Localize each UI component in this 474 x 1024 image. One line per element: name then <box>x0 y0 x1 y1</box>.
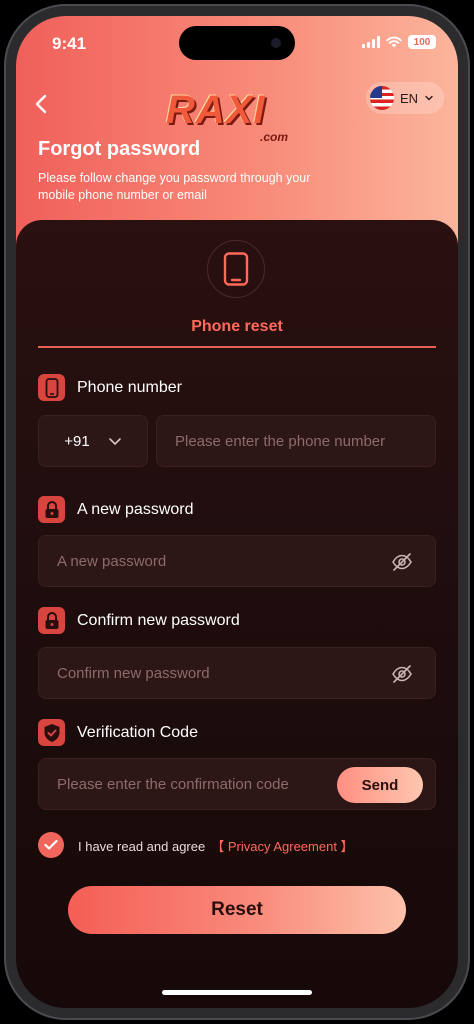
page-description: Please follow change you password throug… <box>38 171 311 202</box>
phone-input-box <box>156 415 436 467</box>
shield-check-icon <box>38 719 65 746</box>
check-icon <box>44 839 58 850</box>
language-code: EN <box>400 90 419 106</box>
phone-number-label-text: Phone number <box>77 378 182 396</box>
verification-input-box: Send <box>38 758 436 810</box>
new-password-input-box <box>38 535 436 587</box>
system-icons: 100 <box>362 35 436 49</box>
eye-off-icon[interactable] <box>391 551 413 573</box>
status-bar: 9:41 100 <box>16 16 458 72</box>
us-flag-icon <box>370 86 394 110</box>
confirm-password-input[interactable] <box>39 664 435 682</box>
wifi-icon <box>386 36 402 48</box>
reset-button[interactable]: Reset <box>68 886 406 934</box>
language-selector[interactable]: EN <box>366 82 444 114</box>
phone-number-label: Phone number <box>38 374 182 401</box>
home-indicator <box>162 990 312 995</box>
form-card: Phone reset Phone number +91 A new passw… <box>16 220 458 1008</box>
new-password-label: A new password <box>38 496 194 523</box>
agreement-checkbox[interactable] <box>38 832 64 858</box>
agreement-row: I have read and agree 【 Privacy Agreement… <box>38 832 354 858</box>
verification-code-label: Verification Code <box>38 719 198 746</box>
signal-icon <box>362 36 380 48</box>
logo-wordmark: RAXI <box>166 88 266 132</box>
send-code-button[interactable]: Send <box>337 767 423 803</box>
confirm-password-label-text: Confirm new password <box>77 611 240 629</box>
lock-icon <box>38 496 65 523</box>
country-code-value: +91 <box>64 432 90 450</box>
phone-field-icon <box>38 374 65 401</box>
status-time: 9:41 <box>52 34 87 53</box>
tab-underline <box>38 346 436 348</box>
country-code-select[interactable]: +91 <box>38 415 148 467</box>
chevron-down-icon <box>108 438 121 446</box>
verification-code-input[interactable] <box>39 775 309 793</box>
new-password-label-text: A new password <box>77 500 194 518</box>
eye-off-icon[interactable] <box>391 663 413 685</box>
chevron-down-icon <box>425 95 433 101</box>
page-title: Forgot password <box>38 138 201 160</box>
verification-code-label-text: Verification Code <box>77 723 198 741</box>
confirm-password-label: Confirm new password <box>38 607 240 634</box>
reset-mode-tab[interactable] <box>207 240 265 298</box>
lock-icon <box>38 607 65 634</box>
battery-icon: 100 <box>408 35 436 49</box>
dynamic-island <box>179 26 295 60</box>
new-password-input[interactable] <box>39 552 435 570</box>
reset-mode-label: Phone reset <box>191 318 283 335</box>
agreement-text: I have read and agree <box>78 838 206 854</box>
phone-input[interactable] <box>157 432 435 450</box>
back-arrow-icon[interactable] <box>30 92 54 116</box>
phone-icon <box>223 252 249 286</box>
app-screen: 9:41 100 RAXI .com EN Forgot password Pl… <box>16 16 458 1008</box>
confirm-password-input-box <box>38 647 436 699</box>
logo-domain: .com <box>259 130 288 144</box>
camera-icon <box>271 38 281 48</box>
privacy-agreement-link[interactable]: 【 Privacy Agreement 】 <box>211 839 353 854</box>
